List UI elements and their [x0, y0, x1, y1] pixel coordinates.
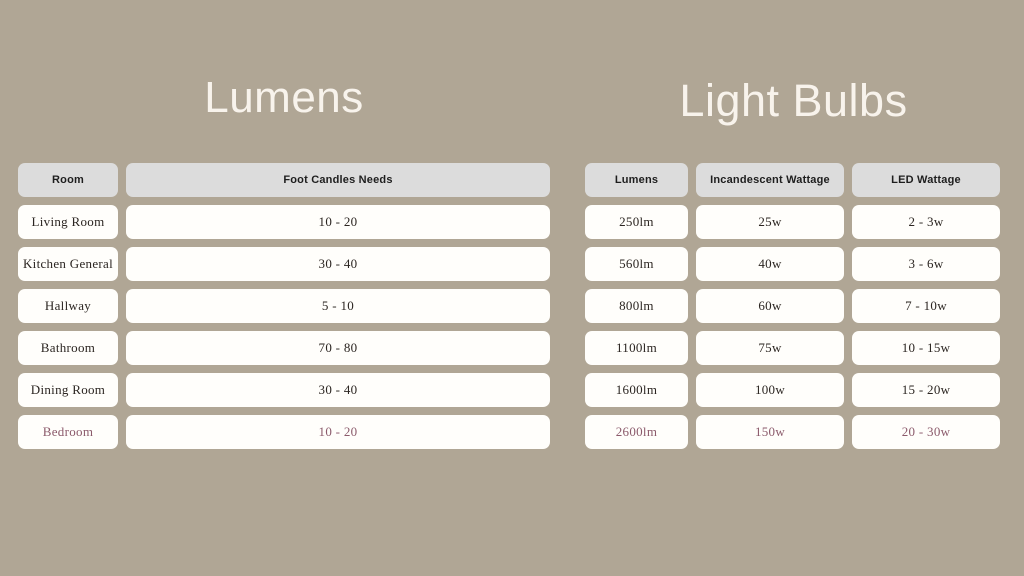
- cell-led-wattage: 10 - 15w: [852, 331, 1000, 365]
- light-bulbs-table: Lumens Incandescent Wattage LED Wattage …: [585, 163, 1002, 449]
- lumens-table-body: Living Room 10 - 20 Kitchen General 30 - 40…: [18, 205, 550, 449]
- cell-incandescent-wattage: 25w: [696, 205, 844, 239]
- table-row[interactable]: 1600lm 100w 15 - 20w: [585, 373, 1002, 407]
- cell-lumens: 800lm: [585, 289, 688, 323]
- table-row[interactable]: 1100lm 75w 10 - 15w: [585, 331, 1002, 365]
- table-row[interactable]: Kitchen General 30 - 40: [18, 247, 550, 281]
- cell-foot-candles: 10 - 20: [126, 415, 550, 449]
- cell-incandescent-wattage: 150w: [696, 415, 844, 449]
- table-row[interactable]: Hallway 5 - 10: [18, 289, 550, 323]
- table-row[interactable]: Dining Room 30 - 40: [18, 373, 550, 407]
- cell-foot-candles: 5 - 10: [126, 289, 550, 323]
- lumens-section-title: Lumens: [204, 73, 364, 122]
- column-header-led-wattage: LED Wattage: [852, 163, 1000, 197]
- table-row[interactable]: 250lm 25w 2 - 3w: [585, 205, 1002, 239]
- cell-room: Bathroom: [18, 331, 118, 365]
- cell-foot-candles: 30 - 40: [126, 373, 550, 407]
- column-header-foot-candles: Foot Candles Needs: [126, 163, 550, 197]
- cell-incandescent-wattage: 75w: [696, 331, 844, 365]
- cell-room: Dining Room: [18, 373, 118, 407]
- light-bulbs-table-body: 250lm 25w 2 - 3w 560lm 40w 3 - 6w 800lm 60w 7 - …: [585, 205, 1002, 449]
- table-row[interactable]: Living Room 10 - 20: [18, 205, 550, 239]
- lumens-table: Room Foot Candles Needs Living Room 10 - …: [18, 163, 550, 449]
- table-row[interactable]: Bathroom 70 - 80: [18, 331, 550, 365]
- cell-room: Bedroom: [18, 415, 118, 449]
- cell-lumens: 1600lm: [585, 373, 688, 407]
- table-row[interactable]: 2600lm 150w 20 - 30w: [585, 415, 1002, 449]
- slide-canvas: Lumens Room Foot Candles Needs Living Ro…: [0, 0, 1024, 576]
- table-row[interactable]: Bedroom 10 - 20: [18, 415, 550, 449]
- light-bulbs-table-header-row: Lumens Incandescent Wattage LED Wattage: [585, 163, 1002, 197]
- column-header-lumens: Lumens: [585, 163, 688, 197]
- column-header-room: Room: [18, 163, 118, 197]
- cell-led-wattage: 7 - 10w: [852, 289, 1000, 323]
- cell-room: Hallway: [18, 289, 118, 323]
- cell-led-wattage: 3 - 6w: [852, 247, 1000, 281]
- cell-incandescent-wattage: 40w: [696, 247, 844, 281]
- cell-foot-candles: 10 - 20: [126, 205, 550, 239]
- cell-lumens: 2600lm: [585, 415, 688, 449]
- cell-foot-candles: 70 - 80: [126, 331, 550, 365]
- cell-room: Kitchen General: [18, 247, 118, 281]
- cell-room: Living Room: [18, 205, 118, 239]
- cell-foot-candles: 30 - 40: [126, 247, 550, 281]
- cell-lumens: 1100lm: [585, 331, 688, 365]
- cell-incandescent-wattage: 100w: [696, 373, 844, 407]
- table-row[interactable]: 560lm 40w 3 - 6w: [585, 247, 1002, 281]
- column-header-incandescent-wattage: Incandescent Wattage: [696, 163, 844, 197]
- table-row[interactable]: 800lm 60w 7 - 10w: [585, 289, 1002, 323]
- light-bulbs-section-title: Light Bulbs: [679, 75, 908, 126]
- cell-led-wattage: 2 - 3w: [852, 205, 1000, 239]
- lumens-table-header-row: Room Foot Candles Needs: [18, 163, 550, 197]
- cell-lumens: 250lm: [585, 205, 688, 239]
- cell-incandescent-wattage: 60w: [696, 289, 844, 323]
- cell-led-wattage: 15 - 20w: [852, 373, 1000, 407]
- cell-lumens: 560lm: [585, 247, 688, 281]
- cell-led-wattage: 20 - 30w: [852, 415, 1000, 449]
